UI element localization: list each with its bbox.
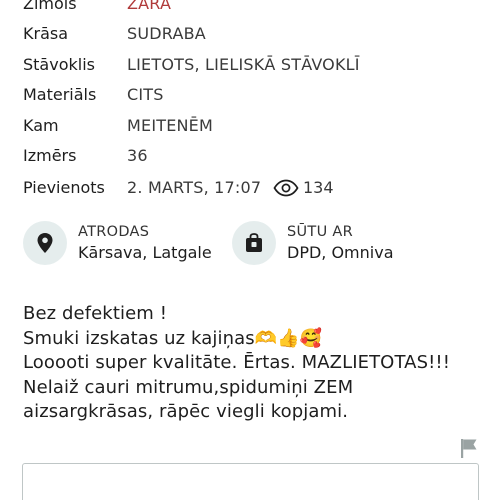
attr-value: MEITENĒM [127,116,213,135]
listing-details: Zīmols ZARA Krāsa SUDRABA Stāvoklis LIET… [0,0,500,500]
location-icon-circle [23,221,67,265]
attr-value: 36 [127,146,148,165]
attr-label: Zīmols [23,0,77,13]
attr-row-material: Materiāls CITS [23,83,483,107]
attr-label: Pievienots [23,178,105,197]
attr-value: SUDRABA [127,24,206,43]
attr-label: Kam [23,116,59,135]
attr-row-color: Krāsa SUDRABA [23,22,483,46]
attr-value: CITS [127,85,164,104]
attr-label: Materiāls [23,85,97,104]
attr-label: Izmērs [23,146,77,165]
attr-row-size: Izmērs 36 [23,144,483,168]
eye-icon [273,179,299,197]
attr-label: Stāvoklis [23,55,95,74]
shipping-block: SŪTU AR DPD, Omniva [232,221,482,267]
package-icon [246,233,262,252]
shipping-value: DPD, Omniva [287,243,394,262]
listing-description: Bez defektiem ! Smuki izskatas uz kajiņa… [23,303,451,422]
attr-row-condition: Stāvoklis LIETOTS, LIELISKĀ STĀVOKLĪ [23,53,483,77]
shipping-icon-circle [232,221,276,265]
location-pin-icon [37,233,53,253]
shipping-title: SŪTU AR [287,224,353,240]
view-count: 134 [303,178,334,197]
bottom-action-box[interactable] [22,463,479,500]
attr-value: 2. MARTS, 17:07 [127,178,262,197]
brand-link[interactable]: ZARA [127,0,171,16]
attr-value: LIETOTS, LIELISKĀ STĀVOKLĪ [127,55,360,74]
location-block: ATRODAS Kārsava, Latgale [23,221,223,267]
attr-label: Krāsa [23,24,69,43]
location-value: Kārsava, Latgale [78,243,212,262]
attr-row-for-whom: Kam MEITENĒM [23,114,483,138]
location-title: ATRODAS [78,224,150,240]
attr-row-brand: Zīmols ZARA [23,0,483,16]
report-flag-icon[interactable] [459,437,479,459]
attr-row-added: Pievienots 2. MARTS, 17:07 134 [23,176,483,200]
